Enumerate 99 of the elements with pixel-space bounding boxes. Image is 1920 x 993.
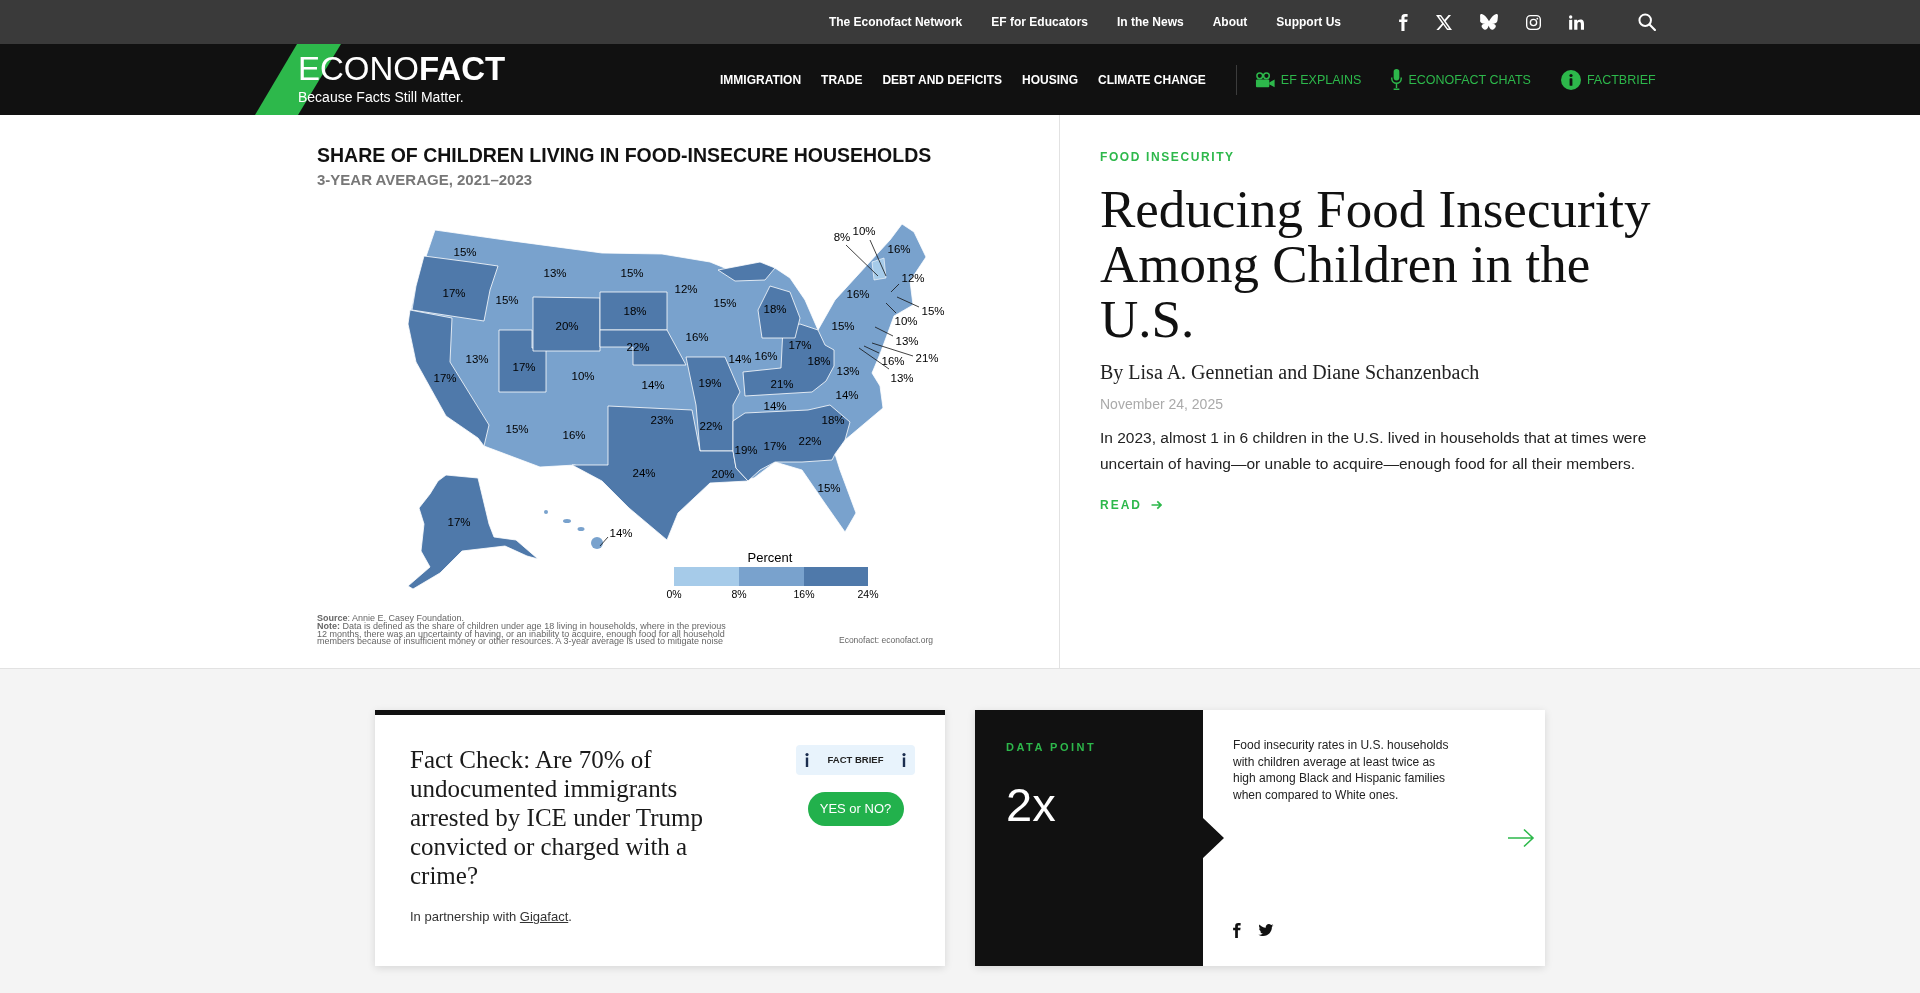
map-value-label: 12% (901, 271, 925, 285)
map-value-label: 15% (495, 293, 519, 307)
article-summary: In 2023, almost 1 in 6 children in the U.S. lived in households that at times were uncertain of having—or unable to acquire—enough food for all their members. (1100, 428, 1648, 474)
x-logo-icon[interactable] (1436, 14, 1452, 30)
data-point-label: DATA POINT (1006, 740, 1097, 754)
map-value-label: 16% (754, 349, 778, 363)
arrow-right-icon (1151, 500, 1162, 510)
main-nav-link[interactable]: CLIMATE CHANGE (1098, 71, 1206, 88)
top-nav-link[interactable]: Support Us (1276, 14, 1341, 30)
map-value-label: 13% (895, 334, 919, 348)
map-value-label: 15% (817, 481, 841, 495)
map-value-label: 12% (674, 282, 698, 296)
map-value-label: 21% (915, 351, 939, 365)
map-value-label: 23% (650, 413, 674, 427)
chart-source: Source: Annie E. Casey Foundation. (317, 615, 465, 623)
bird-icon[interactable] (1258, 924, 1274, 937)
chart-note: Note: Data is defined as the share of children under age 18 living in households, where in the previous 12 months, there was an uncertainty of having, or an inability to acquire, enough food for all household members because of insufficient money or other resources. A 3-year average is used to mitigate noise (317, 622, 727, 647)
map-value-label: 14% (763, 399, 787, 413)
map-value-label: 17% (512, 360, 536, 374)
map-value-label: 17% (788, 338, 812, 352)
map-value-label: 22% (798, 434, 822, 448)
map-value-label: 17% (442, 286, 466, 300)
map-value-label: 19% (734, 443, 758, 457)
map-value-label: 15% (713, 296, 737, 310)
map-value-label: 15% (620, 266, 644, 280)
map-value-label: 20% (711, 467, 735, 481)
legend-tick-label: 8% (731, 588, 747, 600)
map-value-label: 15% (921, 304, 945, 318)
map-value-label: 16% (562, 428, 586, 442)
map-value-label: 10% (894, 314, 918, 328)
map-value-label: 8% (833, 230, 851, 244)
top-nav-link[interactable]: EF for Educators (991, 14, 1088, 30)
article-date: November 24, 2025 (1100, 395, 1223, 413)
legend-title: Percent (747, 549, 793, 565)
map-value-label: 18% (623, 304, 647, 318)
partnership-note: In partnership with Gigafact. (410, 908, 572, 926)
map-value-label: 15% (453, 245, 477, 259)
map-value-label: 10% (852, 224, 876, 238)
video-camera-icon (1254, 71, 1275, 88)
data-point-text: Food insecurity rates in U.S. households with children average at least twice as high among Black and Hispanic families when compared to White ones. (1233, 737, 1450, 803)
butterfly-icon[interactable] (1480, 14, 1498, 30)
map-value-label: 10% (571, 369, 595, 383)
map-value-label: 19% (698, 376, 722, 390)
map-value-label: 18% (807, 354, 831, 368)
map-value-label: 21% (770, 377, 794, 391)
map-value-label: 13% (543, 266, 567, 280)
facebook-icon[interactable] (1399, 13, 1408, 31)
arrow-right-icon[interactable] (1507, 828, 1535, 848)
map-value-label: 17% (433, 371, 457, 385)
map-value-label: 20% (555, 319, 579, 333)
fact-brief-label: FACT BRIEF (827, 754, 884, 766)
data-point-value: 2x (1006, 780, 1056, 830)
top-nav-link[interactable]: About (1212, 14, 1248, 30)
map-value-label: 17% (447, 515, 471, 529)
map-value-label: 22% (699, 419, 723, 433)
chart-subtitle: 3-YEAR AVERAGE, 2021–2023 (317, 171, 533, 189)
info-icon (805, 753, 809, 767)
linkedin-icon[interactable] (1569, 14, 1584, 30)
map-value-label: 16% (846, 287, 870, 301)
map-value-label: 18% (763, 302, 787, 316)
map-value-label: 16% (685, 330, 709, 344)
feature-link[interactable]: EF EXPLAINS (1254, 71, 1362, 88)
search-icon[interactable] (1638, 13, 1656, 31)
map-value-label: 16% (887, 242, 911, 256)
map-value-label: 18% (821, 413, 845, 427)
map-value-label: 16% (881, 354, 905, 368)
map-value-label: 24% (632, 466, 656, 480)
fact-check-question[interactable]: Fact Check: Are 70% of undocumented immigrants arrested by ICE under Trump convicted or charged with a crime? (410, 745, 730, 890)
instagram-icon[interactable] (1526, 14, 1541, 30)
legend-tick-label: 24% (857, 588, 879, 600)
top-nav-link[interactable]: The Econofact Network (828, 14, 963, 30)
facebook-icon[interactable] (1233, 923, 1241, 938)
map-value-label: 13% (890, 371, 914, 385)
map-value-label: 14% (835, 388, 859, 402)
main-nav-link[interactable]: HOUSING (1022, 71, 1079, 88)
chart-title: SHARE OF CHILDREN LIVING IN FOOD-INSECURE HOUSEHOLDS (317, 144, 932, 166)
map-value-label: 15% (831, 319, 855, 333)
map-value-label: 17% (763, 439, 787, 453)
microphone-icon (1391, 69, 1403, 90)
map-value-label: 14% (728, 352, 752, 366)
map-value-label: 14% (609, 526, 633, 540)
legend-tick-label: 0% (666, 588, 682, 600)
info-icon (902, 753, 906, 767)
map-value-label: 13% (465, 352, 489, 366)
feature-link[interactable]: ECONOFACT CHATS (1391, 69, 1531, 90)
legend-tick-label: 16% (793, 588, 815, 600)
article-byline: By Lisa A. Gennetian and Diane Schanzenbach (1100, 360, 1480, 385)
feature-link[interactable]: FACTBRIEF (1560, 69, 1656, 90)
map-value-label: 14% (641, 378, 665, 392)
chart-credit: Econofact: econofact.org (838, 636, 933, 645)
main-nav-link[interactable]: IMMIGRATION (720, 71, 802, 88)
map-value-label: 22% (626, 340, 650, 354)
info-icon (1560, 69, 1581, 90)
map-value-label: 13% (836, 364, 860, 378)
article-title[interactable]: Reducing Food Insecurity Among Children in the U.S. (1100, 182, 1666, 347)
main-nav-link[interactable]: DEBT AND DEFICITS (882, 71, 1002, 88)
top-nav-link[interactable]: In the News (1117, 14, 1184, 30)
map-value-label: 15% (505, 422, 529, 436)
main-nav-link[interactable]: TRADE (821, 71, 863, 88)
